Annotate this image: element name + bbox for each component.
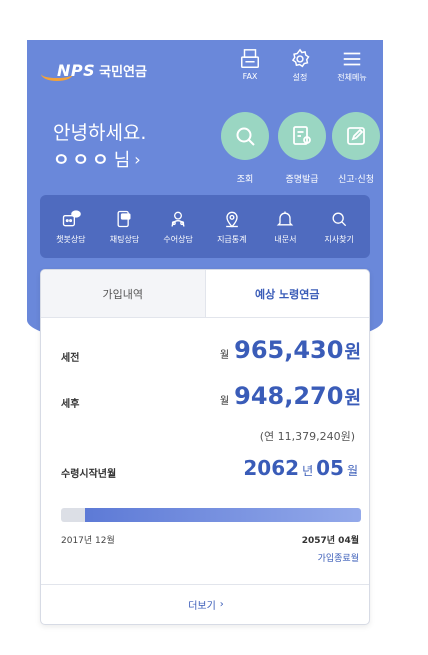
tab-expected-pension[interactable]: 예상 노령연금 (205, 270, 369, 317)
more-label: 더보기 (188, 601, 216, 612)
chevron-right-icon: › (134, 149, 141, 169)
aftertax-unit: 원 (344, 388, 361, 409)
logo-text-kr: 국민연금 (99, 64, 147, 80)
search-icon (332, 212, 347, 226)
settings-button[interactable]: 설정 (277, 48, 323, 83)
tab-enrollment[interactable]: 가입내역 (41, 270, 206, 317)
location-icon (225, 211, 238, 227)
quick-certificate-button[interactable]: 증명발급 (277, 112, 327, 185)
menu-button[interactable]: 전체메뉴 (329, 48, 375, 83)
start-date-label: 수령시작년월 (61, 469, 117, 480)
pension-card: 가입내역 예상 노령연금 세전 월 965,430 원 세후 월 948,270… (40, 269, 370, 625)
masked-user-name: ㅇㅇㅇ (53, 150, 112, 171)
enrollment-progress-bar (61, 508, 361, 522)
enrollment-progress-fill (85, 508, 361, 522)
start-year-unit: 년 (302, 464, 314, 478)
nps-logo[interactable]: NPS 국민연금 (41, 57, 147, 83)
fax-icon (241, 49, 259, 68)
pretax-label: 세전 (61, 353, 80, 364)
greeting-text: 안녕하세요. (53, 122, 147, 144)
pretax-unit: 원 (344, 342, 361, 363)
my-documents-button[interactable]: 내문서 (260, 209, 310, 245)
menu-icon (343, 52, 361, 66)
start-date-row: 수령시작년월 2062 년 05 월 (61, 456, 361, 480)
service-bar: 챗봇상담 채팅상담 수어상담 지급통계 내문서 지사찾기 (40, 195, 370, 258)
bell-icon (277, 211, 294, 225)
sign-language-button[interactable]: 수어상담 (153, 209, 203, 245)
card-tabs: 가입내역 예상 노령연금 (41, 270, 369, 318)
app-screen: NPS 국민연금 FAX 설정 전체메뉴 안녕하세요. ㅇㅇㅇ 님 › 조회 증… (27, 40, 383, 632)
fax-button[interactable]: FAX (227, 48, 273, 81)
more-button[interactable]: 더보기 › (41, 584, 369, 624)
pretax-amount: 965,430 (234, 336, 344, 364)
logo-text-en: NPS (57, 60, 96, 80)
certificate-icon (293, 126, 311, 145)
search-icon (236, 127, 255, 146)
enrollment-start-date: 2017년 12월 (61, 536, 115, 546)
chevron-right-icon: › (219, 599, 224, 610)
enrollment-end-date: 2057년 04월 (301, 536, 359, 546)
aftertax-row: 세후 월 948,270 원 (61, 382, 361, 410)
chat-icon (117, 210, 131, 227)
user-suffix: 님 (113, 150, 131, 171)
aftertax-prefix: 월 (219, 396, 230, 407)
start-year: 2062 (243, 456, 300, 480)
settings-icon (291, 48, 310, 68)
pretax-prefix: 월 (219, 350, 230, 361)
quick-inquiry-button[interactable]: 조회 (220, 112, 270, 185)
payment-stats-button[interactable]: 지급통계 (207, 209, 257, 245)
start-month-unit: 월 (346, 464, 358, 478)
edit-icon (347, 127, 365, 145)
user-name-link[interactable]: ㅇㅇㅇ 님 › (53, 146, 141, 172)
chat-consult-button[interactable]: 채팅상담 (99, 209, 149, 245)
quick-report-button[interactable]: 신고·신청 (331, 112, 381, 185)
pretax-row: 세전 월 965,430 원 (61, 336, 361, 364)
find-branch-button[interactable]: 지사찾기 (314, 209, 364, 245)
enrollment-end-caption: 가입종료월 (317, 554, 359, 564)
chatbot-icon (62, 209, 81, 226)
sign-language-icon (171, 211, 185, 227)
aftertax-label: 세후 (61, 399, 80, 410)
aftertax-amount: 948,270 (234, 382, 344, 410)
chatbot-button[interactable]: 챗봇상담 (46, 209, 96, 245)
annual-amount: (연 11,379,240원) (259, 430, 355, 443)
start-month: 05 (316, 456, 344, 480)
